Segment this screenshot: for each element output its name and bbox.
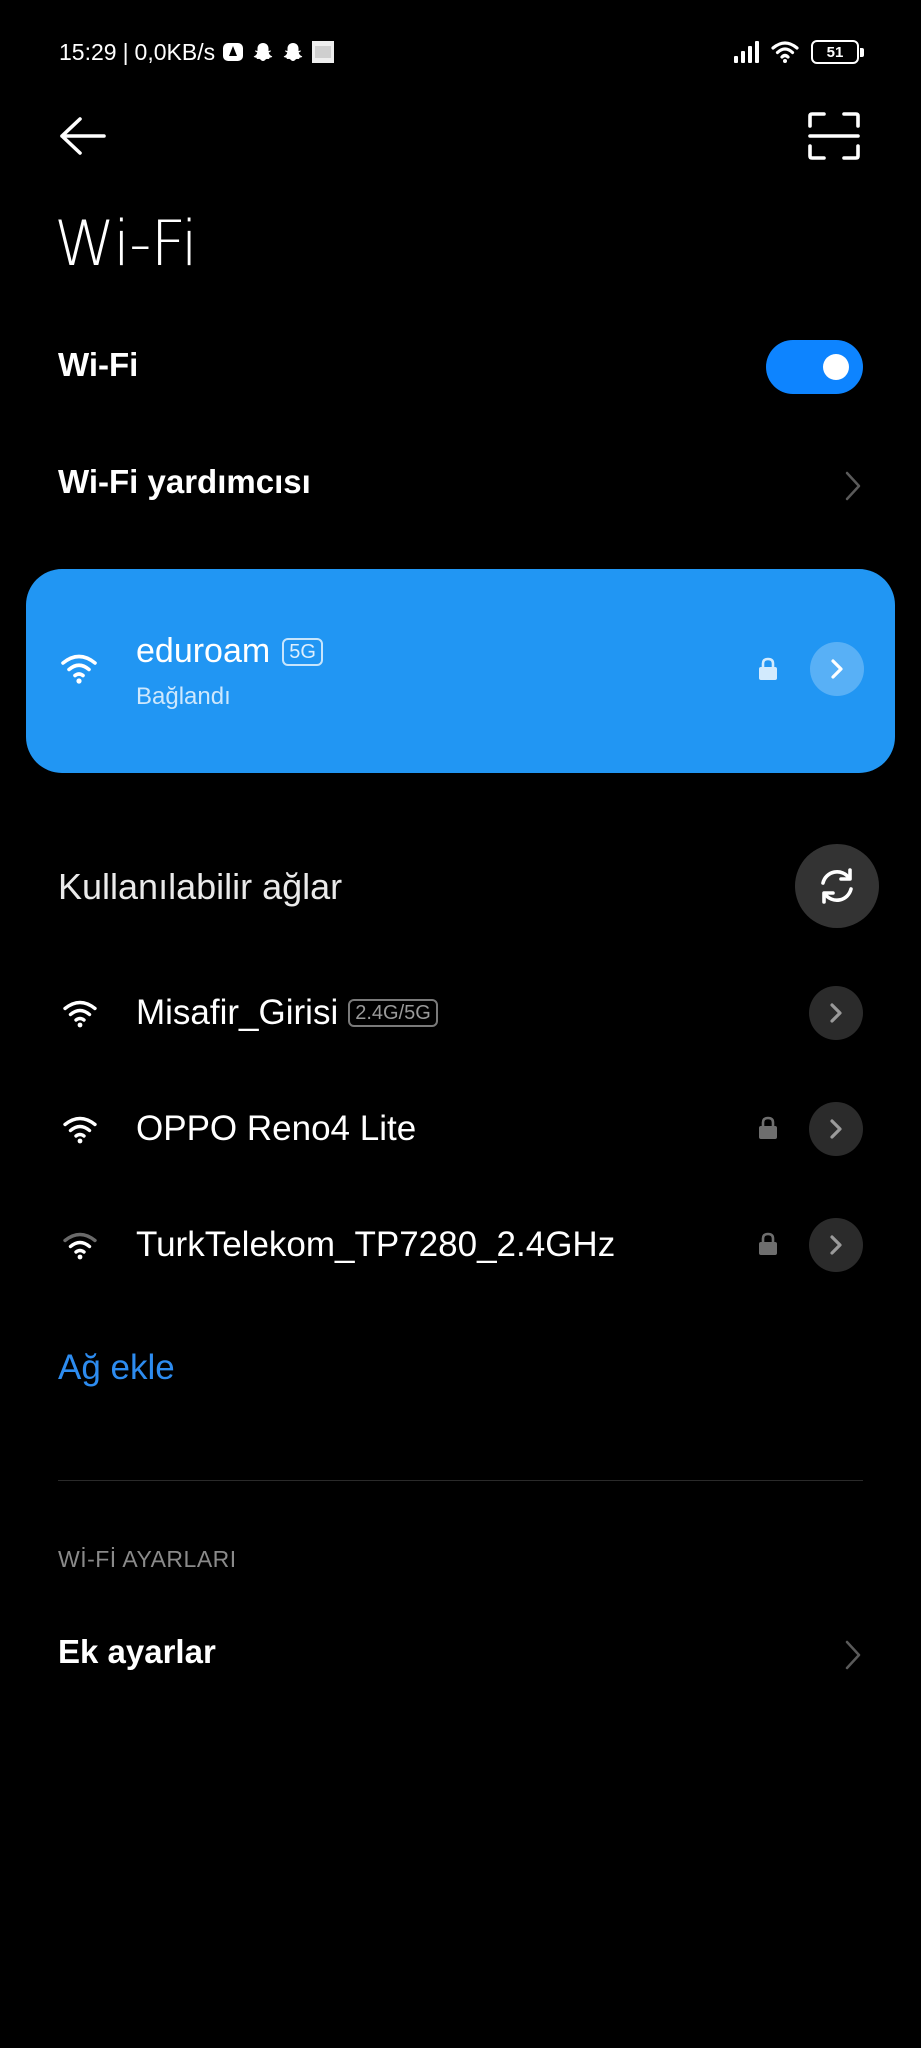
additional-settings-label: Ek ayarlar bbox=[58, 1633, 216, 1670]
wifi-assistant-label: Wi-Fi yardımcısı bbox=[58, 463, 311, 500]
chevron-right-icon bbox=[830, 1235, 842, 1255]
chevron-right-icon bbox=[845, 471, 861, 501]
wifi-toggle-label: Wi-Fi bbox=[58, 346, 139, 383]
cell-signal-icon bbox=[734, 41, 759, 63]
network-ssid: OPPO Reno4 Lite bbox=[136, 1109, 417, 1148]
lock-icon bbox=[759, 657, 777, 680]
qr-scan-icon[interactable] bbox=[806, 110, 862, 162]
connected-status: Bağlandı bbox=[136, 683, 231, 710]
network-details-button[interactable] bbox=[809, 986, 863, 1040]
available-networks-title: Kullanılabilir ağlar bbox=[58, 866, 343, 907]
connected-details-button[interactable] bbox=[810, 642, 864, 696]
wifi-signal-icon bbox=[63, 1000, 97, 1028]
network-name-line: Misafir_Girisi 2.4G/5G bbox=[136, 993, 438, 1033]
status-right: 51 bbox=[733, 36, 864, 68]
wifi-toggle-switch[interactable] bbox=[766, 340, 863, 394]
network-row[interactable]: TurkTelekom_TP7280_2.4GHz bbox=[0, 1195, 921, 1295]
snapchat-icon bbox=[283, 43, 303, 61]
status-separator: | bbox=[122, 38, 129, 65]
network-details-button[interactable] bbox=[809, 1218, 863, 1272]
lock-icon bbox=[759, 1116, 777, 1139]
status-speed: 0,0KB/s bbox=[134, 38, 216, 65]
status-bar: 15:29 | 0,0KB/s 51 bbox=[0, 0, 921, 100]
divider bbox=[58, 1480, 863, 1481]
network-ssid: Misafir_Girisi bbox=[136, 993, 339, 1032]
connected-network-card[interactable]: eduroam 5G Bağlandı bbox=[26, 569, 895, 773]
chevron-right-icon bbox=[831, 659, 843, 679]
notification-app-icon bbox=[223, 43, 244, 61]
connected-ssid-line: eduroam 5G bbox=[136, 632, 323, 671]
page-title: Wi-Fi bbox=[54, 207, 198, 280]
wifi-signal-icon bbox=[63, 1116, 97, 1144]
snapchat-icon bbox=[253, 43, 273, 61]
back-arrow-icon[interactable] bbox=[52, 110, 116, 162]
image-notification-icon bbox=[312, 41, 335, 63]
wifi-settings-header: Wİ-Fİ AYARLARI bbox=[58, 1546, 237, 1572]
network-row[interactable]: OPPO Reno4 Lite bbox=[0, 1079, 921, 1179]
connected-ssid: eduroam bbox=[136, 632, 271, 670]
network-details-button[interactable] bbox=[809, 1102, 863, 1156]
chevron-right-icon bbox=[830, 1003, 842, 1023]
refresh-button[interactable] bbox=[795, 844, 879, 928]
network-ssid: TurkTelekom_TP7280_2.4GHz bbox=[136, 1225, 616, 1264]
wifi-assistant-row[interactable]: Wi-Fi yardımcısı bbox=[0, 440, 921, 540]
status-time: 15:29 bbox=[59, 38, 117, 65]
chevron-right-icon bbox=[830, 1119, 842, 1139]
wifi-signal-icon bbox=[61, 654, 97, 684]
refresh-icon bbox=[821, 868, 853, 904]
wifi-signal-icon bbox=[771, 41, 799, 63]
chevron-right-icon bbox=[845, 1640, 861, 1670]
lock-icon bbox=[759, 1232, 777, 1255]
add-network-link[interactable]: Ağ ekle bbox=[58, 1348, 175, 1388]
additional-settings-row[interactable]: Ek ayarlar bbox=[0, 1605, 921, 1705]
battery-level: 51 bbox=[826, 43, 844, 61]
network-row[interactable]: Misafir_Girisi 2.4G/5G bbox=[0, 963, 921, 1063]
wifi-signal-icon bbox=[63, 1232, 97, 1260]
band-badge: 2.4G/5G bbox=[348, 999, 438, 1027]
band-badge: 5G bbox=[282, 637, 323, 666]
battery-icon: 51 bbox=[811, 40, 864, 64]
status-left: 15:29 | 0,0KB/s bbox=[59, 36, 335, 68]
toggle-knob bbox=[823, 354, 849, 380]
